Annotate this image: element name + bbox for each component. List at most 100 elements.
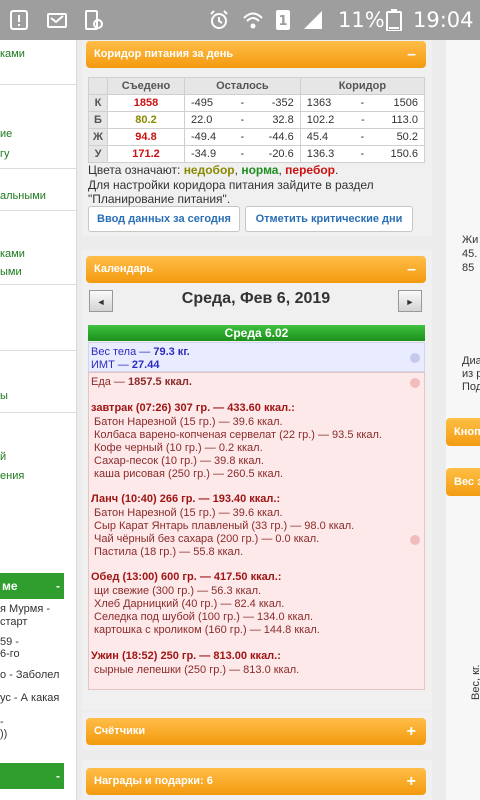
edit-icon[interactable] (410, 353, 420, 363)
dash: - (360, 114, 365, 126)
left-max: -44.6 (268, 131, 294, 143)
right-text: Диагр (462, 355, 480, 367)
collapse-icon[interactable]: – (407, 256, 416, 283)
corridor-panel-header[interactable]: Коридор питания за день – (86, 41, 426, 68)
collapse-icon[interactable]: - (56, 763, 60, 789)
sidebar-link[interactable]: ения (0, 470, 24, 482)
sidebar-section-header[interactable]: ме - (0, 573, 64, 599)
weight-value: 79.3 кг. (153, 346, 190, 358)
range-min: 1363 (306, 97, 332, 109)
svg-text:1: 1 (278, 14, 287, 29)
sidebar-link[interactable]: гу (0, 148, 10, 160)
color-legend: Цвета означают: недобор, норма, перебор. (88, 163, 338, 177)
food-total: 1857.5 ккал. (128, 376, 192, 388)
forum-link[interactable]: ус - А какая (0, 692, 59, 704)
sidebar-link[interactable]: альными (0, 190, 46, 202)
meal-item: картошка с кроликом (160 гр.) — 144.8 кк… (94, 624, 320, 636)
right-panel-header[interactable]: Вес з (446, 468, 480, 496)
column-header-corridor: Коридор (299, 77, 426, 95)
weight-line: Вес тела — 79.3 кг. (91, 346, 190, 358)
config-hint-line1: Для настройки коридора питания зайдите в… (88, 178, 374, 192)
sidebar-link[interactable]: й (0, 451, 6, 463)
forum-link[interactable]: 6-го (0, 648, 20, 660)
calendar-panel-title: Календарь (94, 263, 154, 275)
missed-call-icon (46, 9, 68, 31)
range-max: 150.6 (390, 148, 418, 160)
meal-item: каша рисовая (250 гр.) — 260.5 ккал. (94, 468, 284, 480)
table-row: Б 80.2 22.0 - 32.8 102.2 - 113.0 (88, 111, 426, 129)
dash: - (360, 97, 365, 109)
counters-panel-header[interactable]: Счётчики + (86, 718, 426, 745)
bmi-line: ИМТ — 27.44 (91, 359, 159, 371)
left-max: 32.8 (272, 114, 294, 126)
pointer-icon[interactable] (410, 535, 420, 545)
enter-today-button[interactable]: Ввод данных за сегодня (88, 206, 240, 232)
sidebar-link[interactable]: ы (0, 390, 8, 402)
forum-link[interactable]: 59 - (0, 636, 19, 648)
bmi-label: ИМТ — (91, 359, 129, 371)
range-max: 113.0 (391, 114, 418, 126)
left-min: -495 (191, 97, 214, 109)
collapse-icon[interactable]: – (407, 41, 416, 68)
forum-link[interactable]: )) (0, 728, 7, 740)
sidebar-link[interactable]: ие (0, 128, 12, 140)
sim-1-icon: 1 (272, 9, 294, 31)
right-panel-button[interactable]: Кноп (446, 418, 480, 446)
range-min: 102.2 (306, 114, 335, 126)
next-day-button[interactable]: ► (398, 290, 422, 312)
range-max: 1506 (393, 97, 418, 109)
left-max: -352 (271, 97, 294, 109)
table-row: У 171.2 -34.9 - -20.6 136.3 - 150.6 (88, 145, 426, 163)
wifi-icon (242, 9, 264, 31)
mark-critical-days-button[interactable]: Отметить критические дни (245, 206, 413, 232)
device-icon (82, 9, 104, 31)
collapse-icon[interactable]: - (56, 573, 60, 599)
sidebar-link[interactable]: ками (0, 248, 25, 260)
sidebar-link[interactable]: ками (0, 48, 25, 60)
legend-under: недобор (183, 163, 235, 177)
range-cell: 102.2 - 113.0 (299, 111, 426, 129)
table-row: Ж 94.8 -49.4 - -44.6 45.4 - 50.2 (88, 128, 426, 146)
corridor-table: Съедено Осталось Коридор К 1858 -495 - -35… (88, 77, 426, 163)
meal-title[interactable]: Обед (13:00) 600 гр. — 417.50 ккал.: (91, 571, 281, 583)
day-header[interactable]: Среда 6.02 (88, 325, 425, 341)
forum-link[interactable]: я Мурмя - (0, 603, 50, 615)
left-min: -49.4 (191, 131, 217, 143)
prev-day-button[interactable]: ◄ (89, 290, 113, 312)
alert-icon (8, 9, 30, 31)
sidebar-section-header[interactable]: - (0, 763, 64, 789)
row-label: Ж (88, 128, 108, 146)
meal-item: Батон Нарезной (15 гр.) — 39.6 ккал. (94, 507, 283, 519)
legend-end: . (335, 163, 339, 177)
right-text: 45. (462, 248, 478, 260)
divider (0, 84, 76, 85)
pointer-icon[interactable] (410, 378, 420, 388)
right-text: 85 (462, 262, 475, 274)
column-header-eaten: Съедено (107, 77, 185, 95)
forum-link[interactable]: стар​т (0, 616, 27, 628)
meal-title[interactable]: завтрак (07:26) 307 гр. — 433.60 ккал.: (91, 402, 295, 414)
meal-title[interactable]: Ланч (10:40) 266 гр. — 193.40 ккал.: (91, 493, 280, 505)
chart-axis-label: Вес, кг. (470, 664, 480, 700)
eaten-value: 171.2 (107, 145, 185, 163)
dash: - (240, 131, 245, 143)
left-min: 22.0 (191, 114, 213, 126)
meal-item: щи свежие (300 гр.) — 56.3 ккал. (94, 585, 262, 597)
calendar-date: Среда, Фев 6, 2019 (181, 290, 331, 307)
status-bar: 1 11% 19:04 (0, 0, 480, 40)
battery-percent: 11% (338, 8, 385, 32)
calendar-panel-header[interactable]: Календарь – (86, 256, 426, 283)
expand-icon[interactable]: + (407, 718, 416, 745)
dash: - (240, 97, 245, 109)
forum-link[interactable]: о - Заболел (0, 669, 59, 681)
row-label: К (88, 94, 108, 112)
meal-item: Сыр Карат Янтарь плавленый (33 гр.) — 98… (94, 520, 355, 532)
expand-icon[interactable]: + (407, 768, 416, 795)
divider (0, 168, 76, 169)
meal-title[interactable]: Ужин (18:52) 250 гр. — 813.00 ккал.: (91, 650, 281, 662)
forum-link[interactable]: - (0, 716, 4, 728)
sidebar-link[interactable]: ыми (0, 266, 22, 278)
dash: - (240, 148, 245, 160)
awards-panel-header[interactable]: Награды и подарки: 6 + (86, 768, 426, 795)
legend-prefix: Цвета означают: (88, 163, 181, 177)
